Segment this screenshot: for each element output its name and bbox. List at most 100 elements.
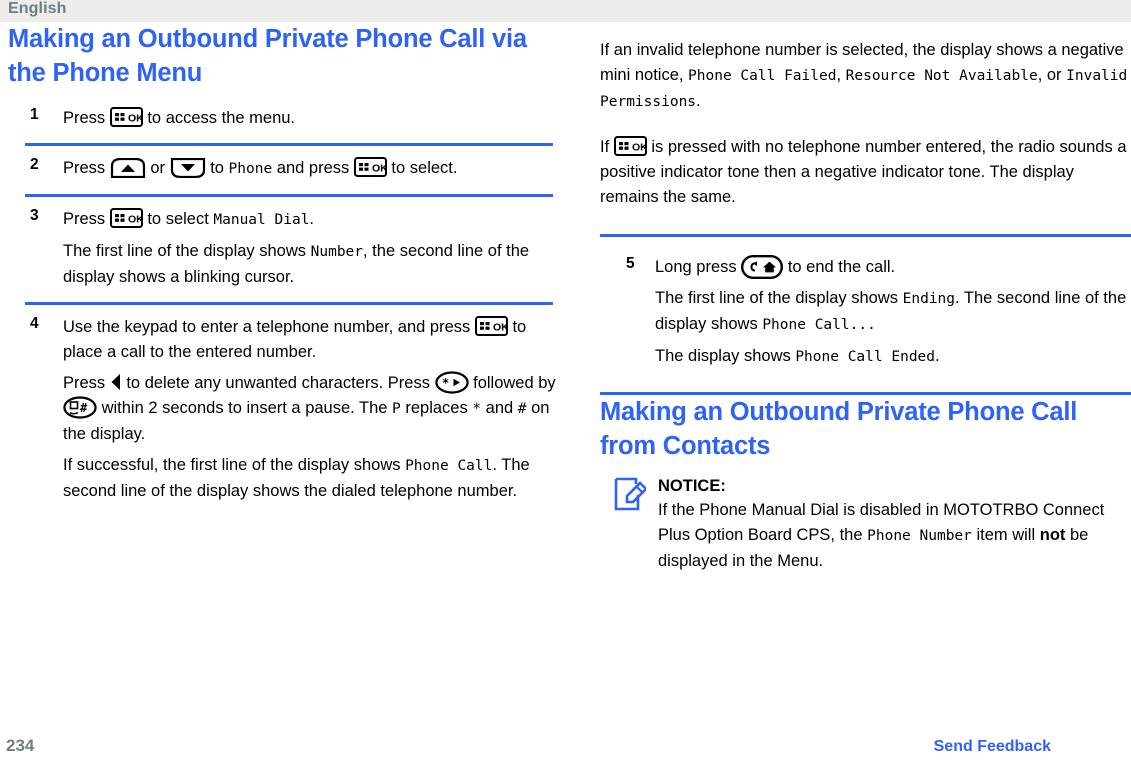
body-text: Press (63, 374, 110, 392)
ok-key-icon: OK (474, 316, 508, 336)
svg-text:OK: OK (632, 142, 647, 154)
display-text: Phone Call Failed (688, 68, 837, 84)
body-text: within 2 seconds to insert a pause. The (97, 399, 393, 417)
page-number: 234 (6, 736, 35, 755)
svg-text:OK: OK (128, 214, 143, 226)
body-text: and (481, 399, 518, 417)
body-text: . (309, 210, 315, 228)
display-text: Phone Call (405, 458, 493, 474)
up-key-icon (110, 158, 146, 178)
step-text: Press OK to access the menu. (63, 106, 556, 131)
step-paragraph: If successful, the first line of the dis… (63, 453, 556, 504)
step-number: 5 (626, 255, 635, 272)
ok-key-icon: OK (109, 208, 143, 228)
body-text: to end the call. (783, 258, 896, 276)
notice-pencil-icon (614, 477, 648, 511)
notice-title: NOTICE: (658, 477, 726, 495)
page-body: Making an Outbound Private Phone Call vi… (0, 22, 1131, 727)
notice-block: NOTICE: If the Phone Manual Dial is disa… (600, 475, 1131, 574)
star-key-icon: * (434, 371, 469, 394)
body-text: to access the menu. (142, 109, 296, 127)
body-text: , or (1037, 66, 1067, 84)
step-item: 4 Use the keypad to enter a telephone num… (8, 315, 556, 504)
section-heading-contacts: Making an Outbound Private Phone Call fr… (600, 398, 1078, 460)
display-text: Resource Not Available (845, 68, 1038, 84)
step-number: 2 (30, 156, 39, 173)
ok-key-icon: OK (109, 107, 143, 127)
hash-key-icon: # (63, 396, 97, 419)
body-text: or (145, 159, 170, 177)
step-item: 5 Long press to end the call. The first li… (600, 255, 1131, 370)
svg-text:OK: OK (372, 163, 387, 175)
body-text: . (696, 92, 701, 110)
svg-text:#: # (80, 401, 88, 415)
divider (25, 302, 553, 305)
left-column: Making an Outbound Private Phone Call vi… (8, 22, 556, 504)
step-paragraph: Use the keypad to enter a telephone numb… (63, 315, 556, 365)
intro-paragraph: If an invalid telephone number is select… (600, 38, 1131, 115)
divider (600, 234, 1131, 237)
body-text: Press (63, 159, 110, 177)
display-text: Phone Call... (762, 317, 876, 333)
body-text: to (205, 159, 229, 177)
intro-paragraphs: If an invalid telephone number is select… (600, 38, 1131, 210)
body-text: Long press (655, 258, 742, 276)
step-list-left: 1 Press OK to access the menu. 2 Press or t… (8, 106, 556, 504)
step-item: 1 Press OK to access the menu. (8, 106, 556, 131)
body-text: , (836, 66, 846, 84)
step-paragraph: The first line of the display shows Numb… (63, 239, 556, 290)
divider (25, 194, 553, 197)
display-text: Number (310, 244, 364, 260)
send-feedback-link[interactable]: Send Feedback (934, 738, 1051, 756)
page-footer: 234 Send Feedback (0, 736, 1131, 762)
svg-text:OK: OK (493, 322, 508, 334)
body-text: to select. (386, 159, 458, 177)
body-text: is pressed with no telephone number ente… (600, 138, 1127, 206)
step-list-right: 5 Long press to end the call. The first li… (600, 255, 1131, 370)
display-text: Ending (902, 291, 956, 307)
ok-key-icon: OK (613, 136, 647, 156)
display-text: P (392, 401, 401, 417)
body-text: to select (142, 210, 214, 228)
body-text: Press (63, 109, 110, 127)
display-text: # (517, 401, 527, 417)
body-text: and press (272, 159, 354, 177)
divider (25, 143, 553, 146)
body-text: If successful, the first line of the dis… (63, 456, 406, 474)
body-text: If (600, 138, 614, 156)
step-number: 4 (30, 315, 39, 332)
display-text: Phone Number (867, 528, 972, 544)
body-text: item will (971, 526, 1040, 544)
step-paragraph: Press OK to select Manual Dial. (63, 207, 556, 233)
section-heading-phone-menu: Making an Outbound Private Phone Call vi… (8, 25, 527, 87)
svg-text:*: * (442, 376, 449, 390)
display-text: Phone Call Ended (795, 349, 936, 365)
step-text: Use the keypad to enter a telephone numb… (63, 315, 556, 504)
down-key-icon (170, 158, 206, 178)
body-text: Use the keypad to enter a telephone numb… (63, 318, 475, 336)
step-paragraph: The first line of the display shows Endi… (655, 286, 1131, 338)
body-text: . (935, 347, 940, 365)
body-text: The first line of the display shows (655, 289, 903, 307)
step-item: 3 Press OK to select Manual Dial. The firs… (8, 207, 556, 290)
step-number: 1 (30, 106, 39, 123)
language-label: English (8, 0, 67, 17)
step-item: 2 Press or to Phone and press OK to selec… (8, 156, 556, 182)
intro-paragraph: If OK is pressed with no telephone numbe… (600, 135, 1131, 210)
display-text: Manual Dial (213, 212, 310, 228)
body-text: The first line of the display shows (63, 242, 311, 260)
step-number: 3 (30, 207, 39, 224)
page-header-band: English (0, 0, 1131, 22)
body-text: replaces (400, 399, 473, 417)
body-text: followed by (468, 374, 556, 392)
body-text: Press (63, 210, 110, 228)
step-text: Press or to Phone and press OK to select… (63, 156, 556, 182)
body-text: The display shows (655, 347, 796, 365)
step-paragraph: Press to delete any unwanted characters.… (63, 371, 556, 447)
step-paragraph: Press or to Phone and press OK to select… (63, 156, 556, 182)
step-text: Press OK to select Manual Dial. The first… (63, 207, 556, 290)
display-text: * (472, 401, 482, 417)
body-text: to delete any unwanted characters. Press (121, 374, 435, 392)
ok-key-icon: OK (353, 157, 387, 177)
step-text: Long press to end the call. The first lin… (655, 255, 1131, 370)
